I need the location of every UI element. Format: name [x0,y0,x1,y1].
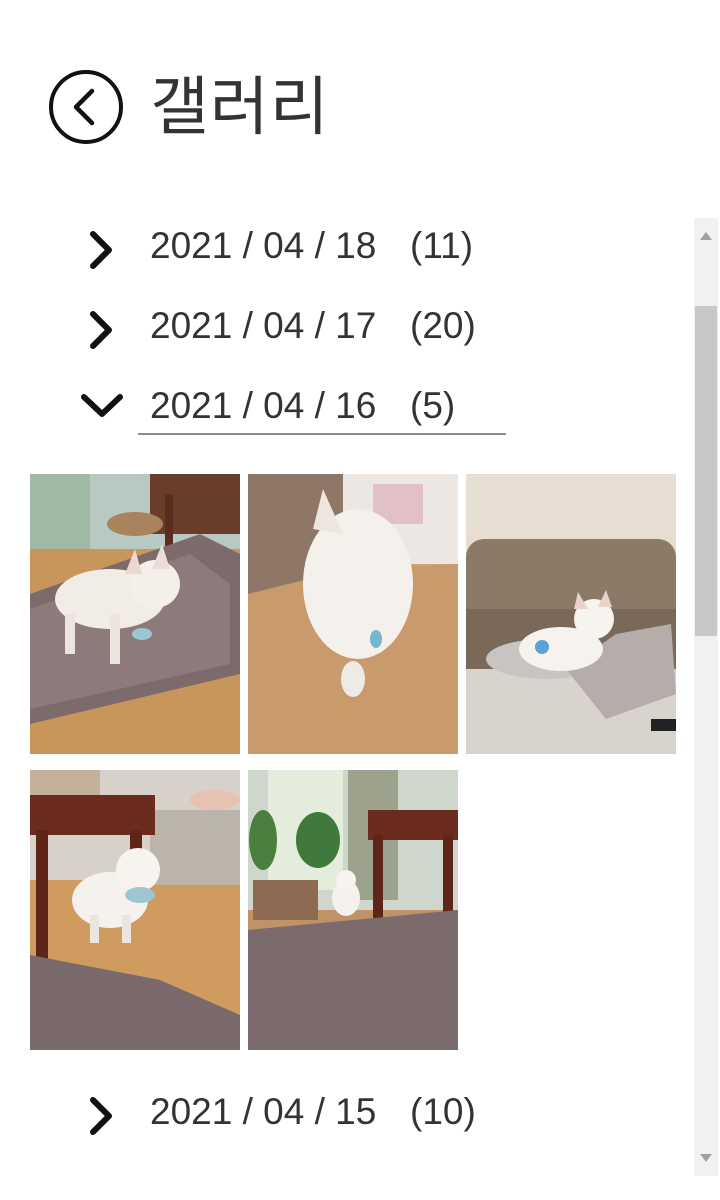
selected-group-underline [138,433,506,435]
app-header: 갤러리 [0,0,720,200]
scrollbar-thumb[interactable] [695,306,717,636]
triangle-down-icon [700,1154,712,1162]
date-group-row[interactable]: 2021 / 04 / 15 (10) [0,1076,680,1146]
chevron-right-icon [90,311,112,349]
chevron-down-icon [81,394,123,417]
photo-count: (5) [410,385,456,426]
vertical-scrollbar[interactable] [694,218,718,1176]
date-group-row-expanded[interactable]: 2021 / 04 / 16 (5) [0,370,680,440]
white-dog-under-table-photo[interactable] [30,770,240,1050]
date-group-row[interactable]: 2021 / 04 / 18 (11) [0,210,680,280]
photo-count: (11) [410,225,474,266]
chevron-right-icon [90,231,112,269]
white-dog-in-living-room-photo[interactable] [248,770,458,1050]
date-label: 2021 / 04 / 17 [150,305,377,346]
white-dog-on-rug-photo[interactable] [30,474,240,754]
photo-count: (10) [410,1091,476,1132]
photo-count: (20) [410,305,476,346]
date-label: 2021 / 04 / 16 [150,385,377,426]
page-title: 갤러리 [150,71,330,145]
chevron-left-circle-icon [49,70,123,144]
chevron-right-icon [90,1097,112,1135]
scroll-down-button[interactable] [694,1140,718,1176]
date-label: 2021 / 04 / 15 [150,1091,377,1132]
scroll-up-button[interactable] [694,218,718,254]
date-label: 2021 / 04 / 18 [150,225,377,266]
white-dog-on-sofa-photo[interactable] [466,474,676,754]
blurry-white-dog-photo[interactable] [248,474,458,754]
back-button[interactable] [48,69,124,145]
date-group-row[interactable]: 2021 / 04 / 17 (20) [0,290,680,360]
triangle-up-icon [700,232,712,240]
